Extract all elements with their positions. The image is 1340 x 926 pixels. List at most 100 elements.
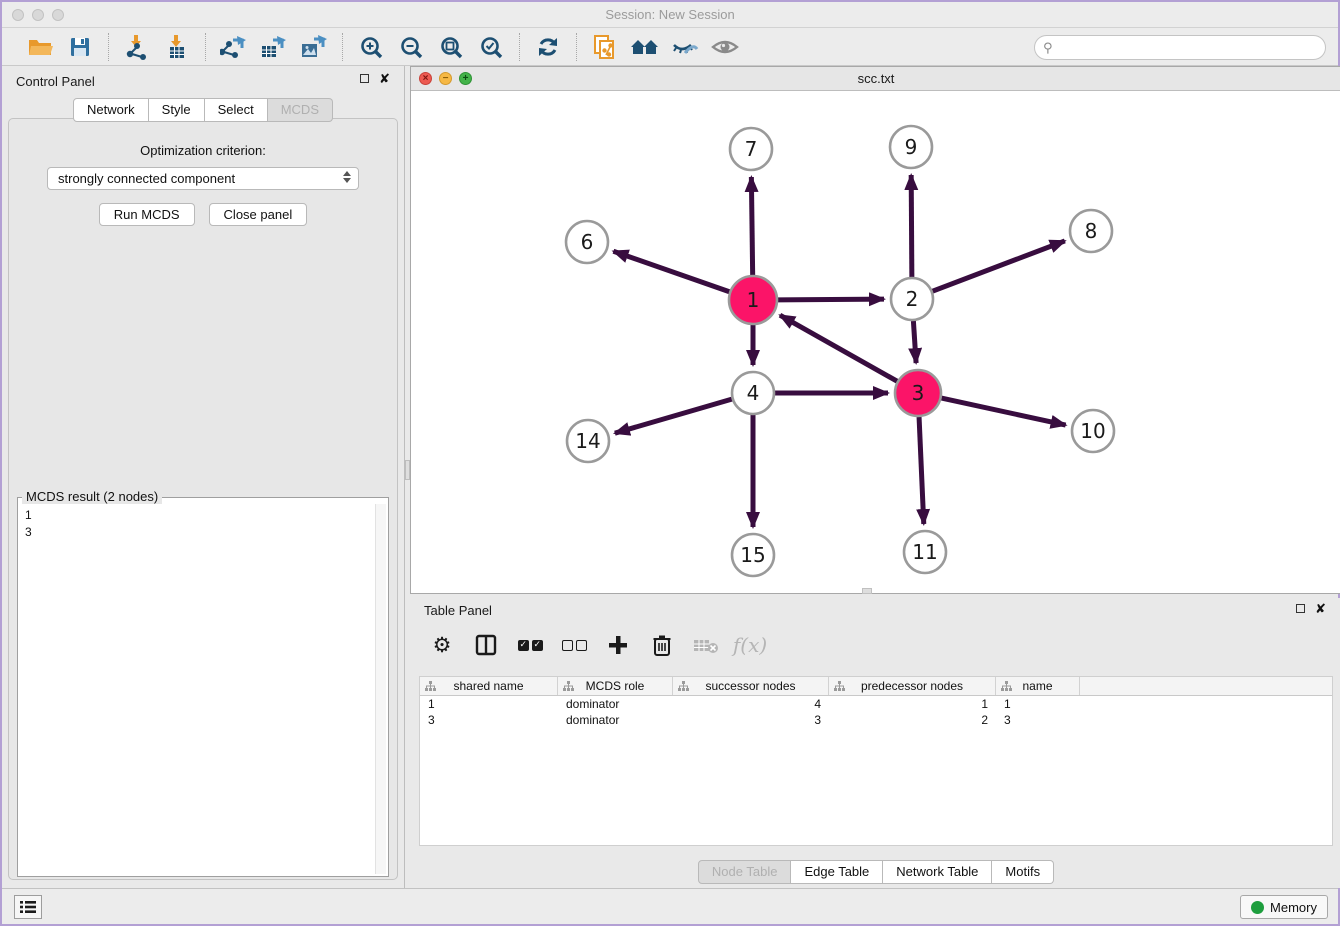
zoom-selected-icon[interactable] xyxy=(475,32,507,62)
edge-2-9[interactable] xyxy=(911,175,912,277)
edge-1-2[interactable] xyxy=(778,299,884,300)
table-cell[interactable]: dominator xyxy=(558,696,673,712)
horizontal-splitter-grip[interactable] xyxy=(862,588,872,594)
settings-gear-icon[interactable]: ⚙ xyxy=(428,631,456,659)
open-session-icon[interactable] xyxy=(24,32,56,62)
delete-column-icon[interactable] xyxy=(648,631,676,659)
tab-network-table[interactable]: Network Table xyxy=(883,860,992,884)
task-history-button[interactable] xyxy=(14,895,42,919)
tab-select[interactable]: Select xyxy=(205,98,268,122)
home-icon[interactable] xyxy=(629,32,661,62)
export-table-icon[interactable] xyxy=(258,32,290,62)
run-mcds-button[interactable]: Run MCDS xyxy=(99,203,195,226)
table-cell[interactable]: 1 xyxy=(996,696,1080,712)
table-cell[interactable]: 3 xyxy=(420,712,558,728)
title-bar: Session: New Session xyxy=(2,2,1338,28)
toolbar-group-0 xyxy=(12,32,108,62)
tab-edge-table[interactable]: Edge Table xyxy=(791,860,883,884)
tab-motifs[interactable]: Motifs xyxy=(992,860,1054,884)
node-label-8: 8 xyxy=(1085,219,1098,243)
clone-network-icon[interactable] xyxy=(589,32,621,62)
table-cell[interactable]: dominator xyxy=(558,712,673,728)
edge-3-10[interactable] xyxy=(941,398,1065,425)
memory-label: Memory xyxy=(1270,900,1317,915)
zoom-in-icon[interactable] xyxy=(355,32,387,62)
main-toolbar: ⚲ xyxy=(2,28,1338,66)
column-label: MCDS role xyxy=(586,679,645,693)
search-field[interactable]: ⚲ xyxy=(1034,35,1326,60)
table-cell[interactable]: 1 xyxy=(420,696,558,712)
edge-3-11[interactable] xyxy=(919,417,924,524)
float-panel-icon[interactable] xyxy=(360,74,369,83)
toolbar-group-1 xyxy=(109,32,205,62)
edge-4-14[interactable] xyxy=(615,399,732,433)
control-panel-tabs: NetworkStyleSelectMCDS xyxy=(2,98,404,122)
column-label: predecessor nodes xyxy=(861,679,963,693)
network-canvas[interactable]: 1234678910111415 xyxy=(411,91,1340,593)
import-table-icon[interactable] xyxy=(161,32,193,62)
hide-graphics-icon[interactable] xyxy=(669,32,701,62)
node-label-14: 14 xyxy=(575,429,600,453)
import-network-icon[interactable] xyxy=(121,32,153,62)
optimization-criterion-label: Optimization criterion: xyxy=(9,143,397,158)
close-table-panel-icon[interactable]: ✘ xyxy=(1315,604,1326,613)
node-label-2: 2 xyxy=(906,287,919,311)
refresh-icon[interactable] xyxy=(532,32,564,62)
table-row[interactable]: 3dominator323 xyxy=(420,712,1332,728)
column-header-shared-name[interactable]: shared name xyxy=(420,677,558,695)
column-header-predecessor-nodes[interactable]: predecessor nodes xyxy=(829,677,996,695)
mcds-result-scrollbar[interactable] xyxy=(375,504,386,874)
edge-2-8[interactable] xyxy=(933,241,1065,291)
memory-button[interactable]: Memory xyxy=(1240,895,1328,919)
column-header-name[interactable]: name xyxy=(996,677,1080,695)
table-cell[interactable]: 2 xyxy=(829,712,996,728)
tab-node-table[interactable]: Node Table xyxy=(698,860,792,884)
zoom-out-icon[interactable] xyxy=(395,32,427,62)
table-cell[interactable]: 4 xyxy=(673,696,829,712)
memory-status-icon xyxy=(1251,901,1264,914)
split-column-icon[interactable] xyxy=(472,631,500,659)
search-icon: ⚲ xyxy=(1043,40,1053,56)
close-panel-icon[interactable]: ✘ xyxy=(379,74,390,83)
mcds-result-title: MCDS result (2 nodes) xyxy=(22,489,162,504)
column-header-MCDS-role[interactable]: MCDS role xyxy=(558,677,673,695)
add-column-icon[interactable] xyxy=(604,631,632,659)
show-graphics-icon[interactable] xyxy=(709,32,741,62)
chevron-updown-icon xyxy=(343,171,351,183)
column-header-successor-nodes[interactable]: successor nodes xyxy=(673,677,829,695)
control-panel: Control Panel ✘ NetworkStyleSelectMCDS O… xyxy=(2,66,404,888)
table-cell[interactable]: 1 xyxy=(829,696,996,712)
toolbar-group-4 xyxy=(520,32,576,62)
tab-network[interactable]: Network xyxy=(73,98,149,122)
search-input[interactable] xyxy=(1057,41,1325,55)
criterion-select[interactable]: strongly connected component xyxy=(47,167,359,190)
edge-2-3[interactable] xyxy=(913,321,916,363)
delete-table-icon xyxy=(692,631,720,659)
node-label-10: 10 xyxy=(1080,419,1105,443)
network-graph[interactable]: 1234678910111415 xyxy=(411,91,1340,593)
toolbar-group-3 xyxy=(343,32,519,62)
close-panel-button[interactable]: Close panel xyxy=(209,203,308,226)
tab-mcds[interactable]: MCDS xyxy=(268,98,333,122)
application-window: Session: New Session ⚲ Control Panel ✘ N… xyxy=(0,0,1340,926)
save-session-icon[interactable] xyxy=(64,32,96,62)
export-image-icon[interactable] xyxy=(298,32,330,62)
edge-3-1[interactable] xyxy=(780,315,897,381)
tab-style[interactable]: Style xyxy=(149,98,205,122)
status-bar: Memory xyxy=(2,888,1338,924)
table-body: 1dominator4113dominator323 xyxy=(420,696,1332,728)
mcds-result-text[interactable]: 1 3 xyxy=(20,504,374,874)
deselect-all-icon[interactable] xyxy=(560,631,588,659)
zoom-fit-icon[interactable] xyxy=(435,32,467,62)
mcds-result-group: MCDS result (2 nodes) 1 3 xyxy=(17,497,389,877)
table-cell[interactable]: 3 xyxy=(673,712,829,728)
window-title: Session: New Session xyxy=(2,7,1338,22)
table-row[interactable]: 1dominator411 xyxy=(420,696,1332,712)
float-table-panel-icon[interactable] xyxy=(1296,604,1305,613)
edge-1-7[interactable] xyxy=(751,177,752,275)
table-cell[interactable]: 3 xyxy=(996,712,1080,728)
criterion-select-value: strongly connected component xyxy=(58,171,235,186)
edge-1-6[interactable] xyxy=(613,251,729,292)
export-network-icon[interactable] xyxy=(218,32,250,62)
select-all-icon[interactable] xyxy=(516,631,544,659)
